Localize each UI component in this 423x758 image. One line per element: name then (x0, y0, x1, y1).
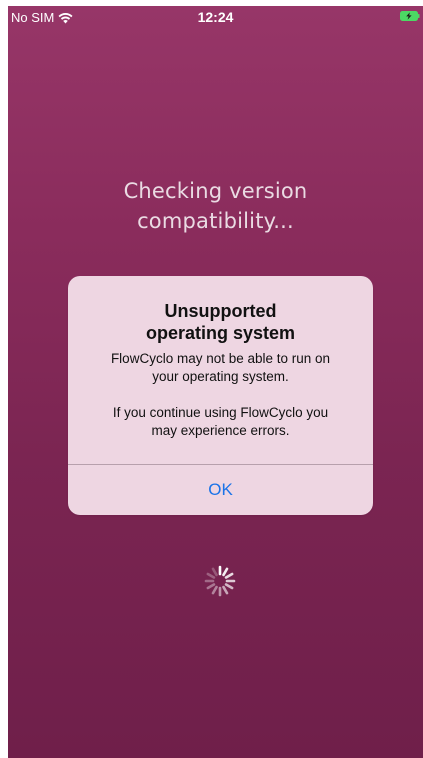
checking-message: Checking version compatibility... (8, 176, 423, 236)
alert-message-paragraph1: FlowCyclo may not be able to run on your… (84, 350, 357, 386)
status-time: 12:24 (197, 9, 234, 25)
battery-charging-icon (400, 11, 420, 21)
app-screen: No SIM 12:24 Checking version compatibil… (8, 6, 423, 758)
checking-message-line2: compatibility... (137, 209, 294, 233)
alert-message-line2: your operating system. (152, 369, 289, 384)
alert-message-line3: If you continue using FlowCyclo you (112, 405, 329, 420)
alert-message-line4: may experience errors. (151, 423, 290, 438)
alert-title-line1: Unsupported (164, 301, 277, 321)
alert-message-line1: FlowCyclo may not be able to run on (110, 351, 331, 366)
alert-title-line2: operating system (145, 323, 296, 343)
spinner-icon (204, 565, 236, 597)
ok-button[interactable]: OK (68, 465, 373, 515)
checking-message-line1: Checking version (123, 179, 308, 203)
alert-body: Unsupported operating system FlowCyclo m… (68, 276, 373, 440)
status-bar: No SIM 12:24 (8, 6, 423, 28)
alert-message-paragraph2: If you continue using FlowCyclo you may … (84, 404, 357, 440)
unsupported-os-alert: Unsupported operating system FlowCyclo m… (68, 276, 373, 515)
alert-title: Unsupported operating system (84, 300, 357, 344)
